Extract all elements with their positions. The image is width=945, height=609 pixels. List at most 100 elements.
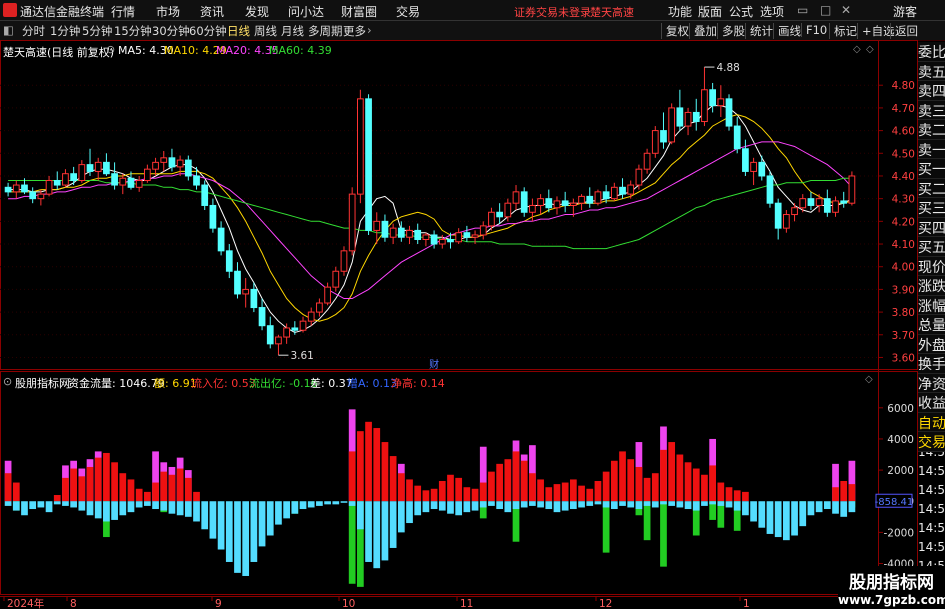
- candle-body: [610, 186, 618, 200]
- candle-body: [848, 175, 856, 204]
- candle-body: [422, 234, 430, 240]
- flow-bar-inflow: [512, 451, 520, 502]
- candle-body: [717, 98, 725, 107]
- candle-body: [250, 288, 258, 309]
- flow-bar-outflow: [676, 501, 684, 508]
- flow-bar-inflow: [135, 488, 143, 502]
- watermark: 股朋指标网 www.7gpzb.com: [838, 566, 945, 609]
- candle-body: [799, 198, 807, 209]
- candle: [291, 321, 299, 335]
- candle-body: [37, 193, 45, 200]
- right-panel-item: 卖五: [918, 61, 945, 81]
- flow-bar-inflow: [119, 473, 127, 502]
- flow-bar-inflow: [348, 451, 356, 502]
- flow-bar-outflow: [414, 501, 422, 516]
- right-panel-item[interactable]: 自动: [918, 412, 945, 432]
- flow-bar-outflow: [635, 501, 643, 510]
- candle-body: [553, 200, 561, 209]
- candle-body: [782, 214, 790, 229]
- flow-bar-inflow: [12, 482, 20, 502]
- candle: [307, 307, 315, 326]
- candle-body: [348, 193, 356, 252]
- x-tick-label: 8: [70, 598, 77, 609]
- candle-body: [594, 191, 602, 204]
- flow-bar-outflow: [651, 501, 659, 508]
- ma-line-ma5: [8, 105, 853, 334]
- flow-bar-inflow: [725, 487, 733, 502]
- flow-bar-outflow: [62, 501, 69, 506]
- candle-body: [725, 98, 733, 127]
- right-panel-item: 卖四: [918, 81, 945, 101]
- candle-body: [135, 180, 143, 188]
- candle: [709, 82, 717, 113]
- flow-bar-outflow: [160, 501, 168, 511]
- candle-body: [299, 320, 307, 331]
- time-axis-label: 14:56: [918, 464, 945, 478]
- candle: [750, 157, 757, 186]
- candle-body: [103, 161, 110, 175]
- ma-line-ma20: [8, 141, 853, 299]
- candle: [316, 298, 323, 317]
- right-quote-panel: 委比 卖五 卖四 卖三 卖二 卖一 买一 买二 买三 买四 买五 现价 涨跌 涨幅 总量 外盘 换手 净资 收益 自动…: [918, 42, 945, 452]
- candle: [684, 107, 692, 136]
- high-annotation-label: 4.88: [716, 62, 739, 74]
- flow-bar-outflow: [529, 501, 536, 506]
- candle-body: [635, 168, 643, 186]
- price-tick-label: 4.30: [892, 194, 915, 206]
- candle: [70, 166, 78, 186]
- flow-bar-inflow: [463, 487, 471, 502]
- candle: [733, 116, 741, 154]
- flow-bar-outflow: [340, 501, 348, 503]
- candle-body: [119, 177, 127, 186]
- flow-bar-outflow: [78, 501, 86, 511]
- candle-body: [397, 227, 405, 238]
- candle: [209, 198, 217, 233]
- candle: [365, 94, 372, 235]
- flow-bar-outflow: [840, 501, 848, 517]
- candle: [758, 155, 766, 181]
- flow-bar-outflow: [463, 501, 471, 513]
- candle-body: [774, 202, 782, 229]
- flow-bar-outflow: [201, 501, 209, 530]
- flow-bar-outflow: [586, 501, 594, 506]
- candle: [103, 153, 110, 176]
- candle: [643, 148, 651, 174]
- flow-bar-inflow: [578, 485, 585, 502]
- candle-body: [29, 191, 37, 200]
- flow-bar-inflow: [733, 490, 741, 502]
- candle-body: [684, 111, 692, 127]
- right-panel-item[interactable]: 交易: [918, 432, 945, 452]
- flow-bar-outflow: [21, 501, 28, 516]
- candle-body: [168, 157, 176, 168]
- flow-bar-inflow: [660, 449, 667, 502]
- flow-bar-inflow: [78, 476, 86, 502]
- flow-tick-label: 4000: [887, 434, 914, 446]
- time-axis-label: 14:56: [918, 502, 945, 516]
- chart-canvas[interactable]: 4.80 4.70 4.60 4.50 4.40 4.30 4.20 4.10 4.00 3.90…: [0, 0, 945, 609]
- candle: [840, 191, 848, 208]
- flow-bar-inflow: [471, 488, 479, 502]
- flow-bar-outflow: [373, 501, 381, 569]
- flow-bar-inflow: [373, 428, 381, 502]
- candle: [668, 103, 676, 145]
- flow-bar-inflow: [406, 479, 413, 502]
- candle: [225, 244, 233, 279]
- candle-body: [840, 200, 848, 204]
- candle: [512, 185, 520, 210]
- candle-body: [668, 107, 676, 143]
- flow-bar-outflow: [111, 501, 118, 520]
- right-panel-item: 买五: [918, 237, 945, 257]
- right-panel-item: 卖三: [918, 100, 945, 120]
- right-panel-item: 外盘: [918, 334, 945, 354]
- flow-bar-outflow: [70, 501, 77, 508]
- candle: [12, 180, 20, 199]
- candle: [217, 221, 225, 256]
- candle: [791, 203, 798, 222]
- flow-bar-inflow: [176, 468, 184, 502]
- candle-body: [176, 159, 184, 168]
- candle-body: [184, 159, 192, 177]
- candle-body: [258, 307, 266, 327]
- flow-bar-outflow: [602, 501, 610, 508]
- candle: [725, 94, 733, 131]
- flow-bar-outflow: [4, 501, 12, 506]
